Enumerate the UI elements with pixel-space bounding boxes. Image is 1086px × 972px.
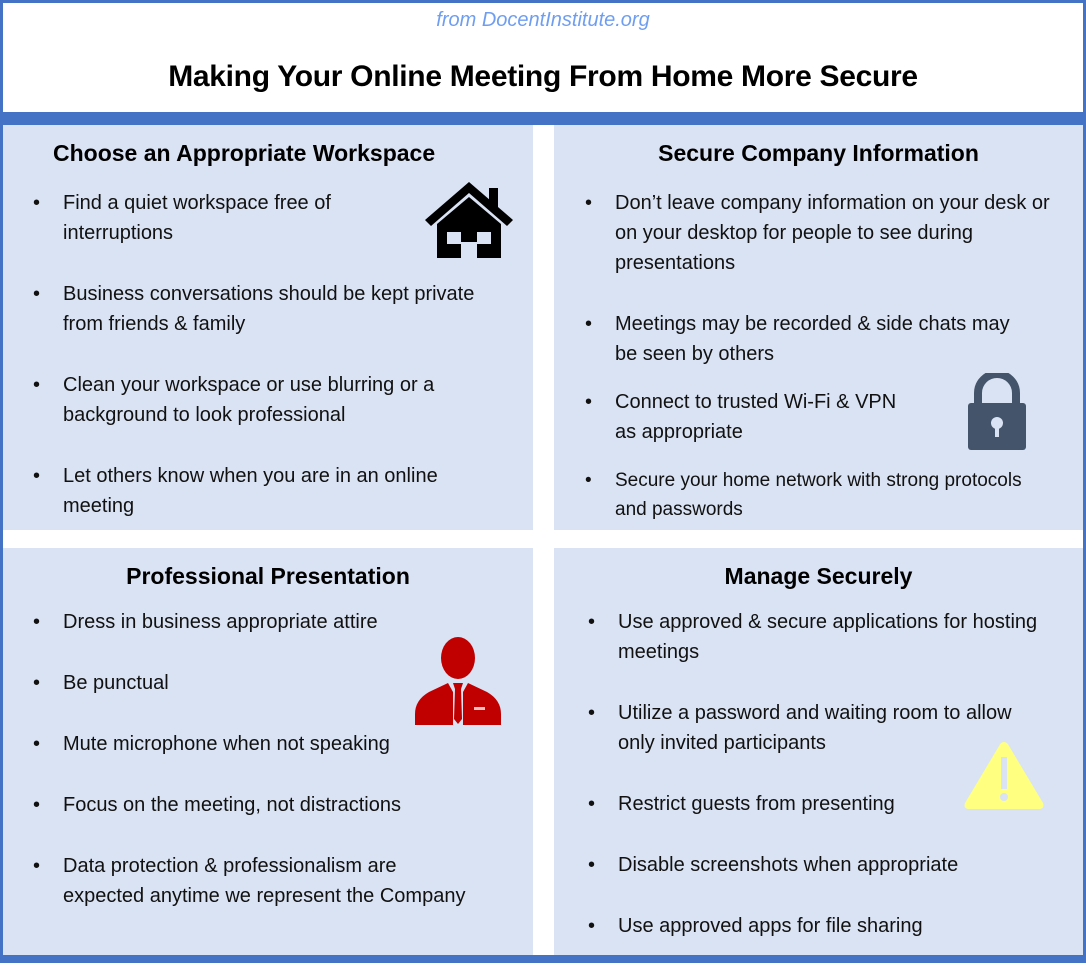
header-divider — [0, 112, 1086, 125]
list-item: Secure your home network with strong pro… — [585, 466, 1035, 524]
section-heading: Manage Securely — [724, 563, 913, 589]
list-item: Find a quiet workspace free of interrupt… — [33, 188, 393, 248]
list-item: Be punctual — [33, 668, 473, 698]
list-item: Use approved apps for file sharing — [588, 911, 1038, 941]
list-item: Business conversations should be kept pr… — [33, 279, 503, 339]
list-item: Let others know when you are in an onlin… — [33, 461, 463, 521]
list-item: Meetings may be recorded & side chats ma… — [585, 309, 1035, 369]
source-credit: from DocentInstitute.org — [436, 9, 650, 31]
bullet-list: Don’t leave company information on your … — [585, 188, 1055, 546]
list-item: Data protection & professionalism are ex… — [33, 851, 483, 911]
bullet-list: Dress in business appropriate attire Be … — [33, 607, 473, 942]
section-heading: Choose an Appropriate Workspace — [53, 140, 436, 166]
footer-divider — [0, 955, 1086, 963]
list-item: Clean your workspace or use blurring or … — [33, 370, 503, 430]
businessperson-icon — [415, 637, 501, 725]
house-icon — [425, 182, 513, 258]
list-item: Mute microphone when not speaking — [33, 729, 473, 759]
list-item: Disable screenshots when appropriate — [588, 850, 1038, 880]
page-title: Making Your Online Meeting From Home Mor… — [168, 60, 918, 93]
lock-icon — [968, 373, 1026, 450]
list-item: Dress in business appropriate attire — [33, 607, 473, 637]
section-heading: Secure Company Information — [658, 140, 979, 166]
section-workspace: Choose an Appropriate Workspace Find a q… — [3, 125, 533, 530]
warning-icon — [964, 742, 1044, 809]
section-company-information: Secure Company Information Don’t leave c… — [554, 125, 1083, 530]
list-item: Focus on the meeting, not distractions — [33, 790, 473, 820]
list-item: Connect to trusted Wi-Fi & VPN as approp… — [585, 387, 905, 447]
list-item: Use approved & secure applications for h… — [588, 607, 1038, 667]
list-item: Don’t leave company information on your … — [585, 188, 1055, 278]
section-heading: Professional Presentation — [126, 563, 410, 589]
section-professional-presentation: Professional Presentation Dress in busin… — [3, 548, 533, 955]
section-manage-securely: Manage Securely Use approved & secure ap… — [554, 548, 1083, 955]
